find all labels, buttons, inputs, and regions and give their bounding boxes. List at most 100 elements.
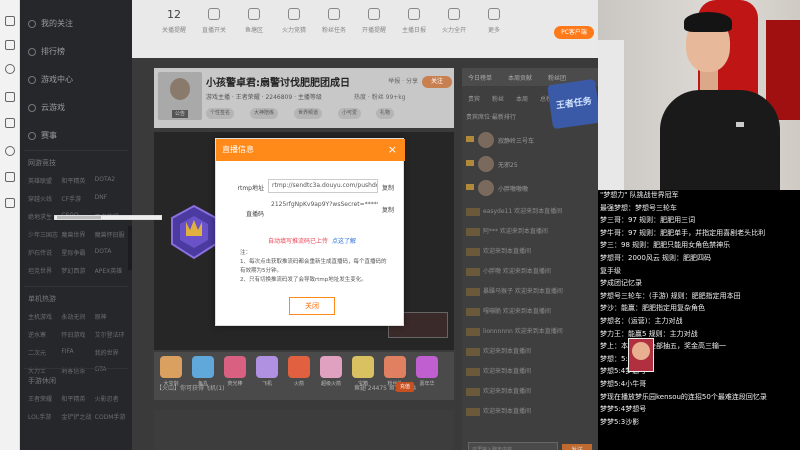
category-link[interactable]: 英雄联盟: [28, 176, 61, 185]
category-link[interactable]: 怀旧游戏: [61, 330, 94, 339]
sidebar-item-follow[interactable]: 我的关注: [28, 18, 73, 29]
close-button[interactable]: 关闭: [289, 297, 335, 315]
sidebar-item-cloud-game[interactable]: 云游戏: [28, 102, 65, 113]
follow-button[interactable]: 关注: [422, 76, 452, 88]
toolbar-fire-full[interactable]: 火力全开: [436, 8, 472, 34]
room-stats: 热度 · 粉丝 99+kg: [354, 94, 406, 101]
room-chip[interactable]: 个性签名: [206, 108, 235, 119]
category-link[interactable]: 穿越火线: [28, 194, 61, 203]
category-link[interactable]: 魔兽怀旧服: [95, 230, 128, 239]
rtmp-field[interactable]: rtmp://sendtc3a.douyu.com/pushdouyu: [268, 179, 378, 193]
category-link[interactable]: FIFA: [61, 348, 94, 357]
scrollbar-thumb[interactable]: [57, 216, 101, 219]
notice-tag[interactable]: 公告: [172, 110, 188, 118]
toolbar-fan-task[interactable]: 粉丝任务: [316, 8, 352, 34]
gamepad-icon: [28, 75, 36, 84]
subtab-week[interactable]: 本周: [516, 94, 528, 103]
close-icon[interactable]: ×: [388, 139, 397, 161]
category-link[interactable]: DNF: [95, 194, 128, 203]
category-link[interactable]: 主机游戏: [28, 312, 61, 321]
copy-code-button[interactable]: 复制: [382, 205, 394, 214]
toolbar-fire-guess[interactable]: 火力竞猜: [276, 8, 312, 34]
toolbar-live-reminder[interactable]: 开播提醒: [356, 8, 392, 34]
video-icon[interactable]: [5, 92, 15, 102]
gift-super-rocket-icon[interactable]: [320, 356, 342, 378]
chat-icon[interactable]: [5, 146, 15, 156]
toolbar-more[interactable]: 更多: [476, 8, 512, 34]
category-link[interactable]: 少年三国志: [28, 230, 61, 239]
stream-code-field[interactable]: 2125rfgNpKv9ap9Y?wsSecret=********: [268, 199, 378, 213]
chat-message: 暴躁马猴子 欢迎来到本直播间: [466, 286, 594, 300]
gift-box-icon[interactable]: [352, 356, 374, 378]
category-link[interactable]: 炉石传说: [28, 248, 61, 257]
pc-client-button[interactable]: PC客户端: [554, 26, 594, 39]
gift-sword-icon[interactable]: [160, 356, 182, 378]
room-chip[interactable]: 世界频道: [294, 108, 323, 119]
rank-row[interactable]: 寂静岭三号车: [466, 130, 594, 150]
category-link[interactable]: 金铲铲之战: [61, 412, 94, 421]
promo-banner[interactable]: 王者任务: [547, 78, 598, 130]
category-link[interactable]: 和平精英: [61, 176, 94, 185]
send-button[interactable]: 发送: [562, 444, 592, 450]
overlay-line: 梦成团记忆录: [600, 279, 642, 288]
charge-button[interactable]: 充值: [396, 382, 414, 392]
room-chip[interactable]: 小可爱: [338, 108, 362, 119]
category-link[interactable]: 艾尔登法环: [95, 330, 128, 339]
streamer-body: [660, 90, 780, 190]
message-icon[interactable]: [5, 118, 15, 128]
tab-today-rank[interactable]: 今日榜单: [468, 73, 492, 82]
category-link[interactable]: 二次元: [28, 348, 61, 357]
sidebar-item-game-center[interactable]: 游戏中心: [28, 74, 73, 85]
home-icon[interactable]: [5, 16, 15, 26]
gift-carnival-icon[interactable]: [416, 356, 438, 378]
category-link[interactable]: 梦幻西游: [61, 266, 94, 275]
file-icon[interactable]: [5, 198, 15, 208]
gift-plane-icon[interactable]: [256, 356, 278, 378]
chat-input[interactable]: 这里输入聊天内容: [468, 442, 558, 450]
room-meta-links[interactable]: 举报 · 分享: [388, 76, 418, 85]
room-chip[interactable]: 大神陪练: [250, 108, 279, 119]
gift-glowstick-icon[interactable]: [224, 356, 246, 378]
tab-week-contrib[interactable]: 本周贡献: [508, 73, 532, 82]
toolbar-daily-report[interactable]: 主播日报: [396, 8, 432, 34]
search-icon[interactable]: [5, 64, 15, 74]
gift-fan-icon[interactable]: [384, 356, 406, 378]
rank-row[interactable]: 无邪25: [466, 154, 594, 174]
code-field-scrollbar[interactable]: [54, 215, 162, 220]
category-link[interactable]: 原神: [95, 312, 128, 321]
room-chip[interactable]: 礼物: [376, 108, 395, 119]
category-link[interactable]: CF手游: [61, 194, 94, 203]
category-link[interactable]: DOTA: [95, 248, 128, 257]
thumbnail-face: [632, 342, 650, 360]
category-link[interactable]: LOL手游: [28, 412, 61, 421]
category-link[interactable]: 和平精英: [61, 394, 94, 403]
sidebar-item-esports[interactable]: 赛事: [28, 130, 57, 141]
category-link[interactable]: 王者荣耀: [28, 394, 61, 403]
streamer-avatar[interactable]: 公告: [158, 72, 202, 120]
cart-icon[interactable]: [5, 172, 15, 182]
category-link[interactable]: 我的世界: [95, 348, 128, 357]
toolbar-fish-pond[interactable]: 鱼塘区: [236, 8, 272, 34]
subtab-fans[interactable]: 粉丝: [492, 94, 504, 103]
category-link[interactable]: CODM手游: [95, 412, 128, 421]
category-link[interactable]: 星际争霸: [61, 248, 94, 257]
gift-fishball-icon[interactable]: [192, 356, 214, 378]
category-link[interactable]: 火影忍者: [95, 394, 128, 403]
chat-message: 小胖嗷 欢迎来到本直播间: [466, 266, 594, 280]
category-link[interactable]: APEX英雄: [95, 266, 128, 275]
subtab-vip[interactable]: 贵宾: [468, 94, 480, 103]
gift-rocket-icon[interactable]: [288, 356, 310, 378]
category-link[interactable]: 永劫无间: [61, 312, 94, 321]
stat-reminder[interactable]: 12 关播提醒: [156, 8, 192, 34]
category-link[interactable]: 逆水寒: [28, 330, 61, 339]
copy-rtmp-button[interactable]: 复制: [382, 183, 394, 192]
category-link[interactable]: DOTA2: [95, 176, 128, 185]
toolbar-live-switch[interactable]: 直播开关: [196, 8, 232, 34]
rank-row[interactable]: 小胖嗷嗷嗷: [466, 178, 594, 198]
sidebar-item-rank[interactable]: 排行榜: [28, 46, 65, 57]
category-link[interactable]: 魔兽世界: [61, 230, 94, 239]
category-link[interactable]: 坦克世界: [28, 266, 61, 275]
bag-icon[interactable]: [5, 40, 15, 50]
learn-more-link[interactable]: 点这了解: [332, 238, 356, 245]
tab-fans[interactable]: 粉丝团: [548, 73, 566, 82]
